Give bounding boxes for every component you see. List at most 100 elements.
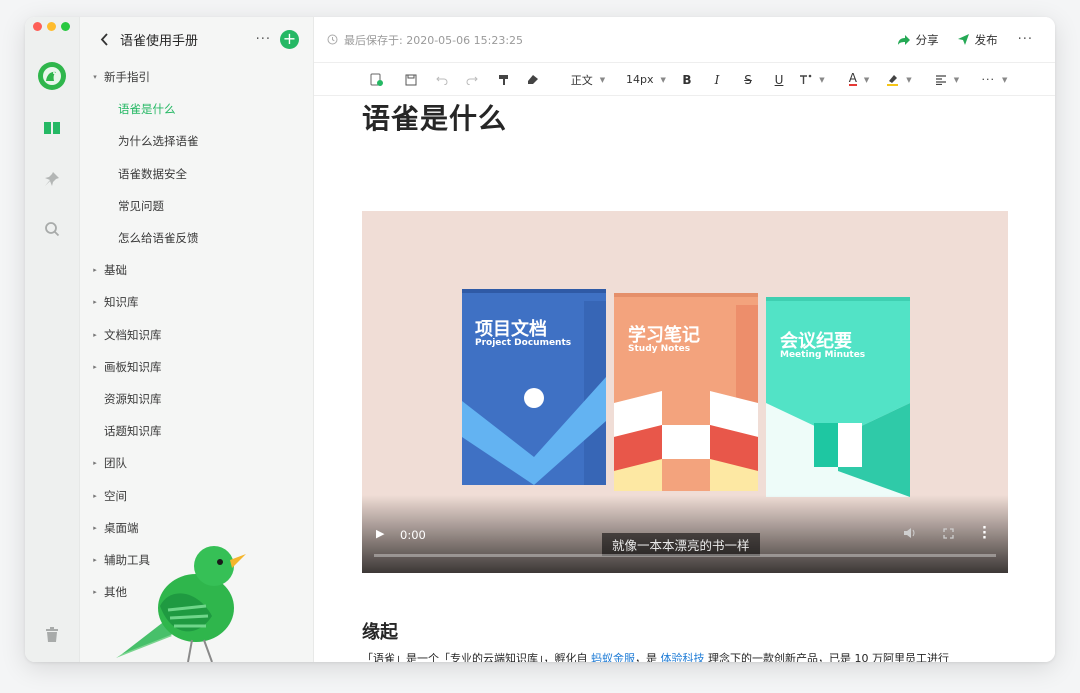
trash-icon[interactable]	[42, 625, 62, 645]
para-text-1: 「语雀」是一个「专业的云端知识库」，孵化自	[362, 652, 591, 662]
sidebar-item[interactable]: ▸ 文档知识库	[80, 319, 313, 351]
zoom-window-button[interactable]	[61, 22, 70, 31]
align-left-icon	[935, 74, 946, 85]
toc-tree: ▾ 新手指引 语雀是什么为什么选择语雀语雀数据安全常见问题怎么给语雀反馈 ▸ 基础 ▸ 知识…	[80, 61, 313, 608]
sidebar-item[interactable]: ▸ 桌面端	[80, 512, 313, 544]
para-text-3: 理念下的一款创新产品，已是 10 万阿里员工进行	[704, 652, 949, 662]
back-icon[interactable]	[100, 32, 114, 46]
clear-format-icon[interactable]	[525, 63, 541, 96]
clock-icon	[327, 34, 338, 45]
window-controls	[33, 22, 70, 31]
share-button[interactable]: 分享	[897, 32, 939, 48]
topbar-more-button[interactable]: ···	[1018, 32, 1033, 47]
book-title: 语雀使用手册	[120, 33, 199, 49]
sidebar-item[interactable]: 常见问题	[80, 190, 313, 222]
video-player[interactable]: 项目文档 Project Documents 学习笔记 Study Notes …	[362, 211, 1008, 573]
sidebar-item[interactable]: ▸ 画板知识库	[80, 351, 313, 383]
font-size-label: 14px	[626, 73, 654, 86]
insert-icon[interactable]	[368, 63, 384, 96]
caret-down-icon[interactable]: ▾	[90, 73, 100, 81]
sidebar-item-label: 画板知识库	[104, 359, 162, 374]
link-ant-financial[interactable]: 蚂蚁金服	[591, 652, 635, 662]
strikethrough-button[interactable]: S	[740, 63, 756, 96]
italic-button[interactable]: I	[709, 63, 725, 96]
pin-icon[interactable]	[42, 169, 62, 189]
sidebar-item-label: 团队	[104, 456, 127, 471]
sidebar-header: 语雀使用手册 ··· +	[80, 17, 313, 61]
sidebar-more-button[interactable]: ···	[256, 32, 271, 47]
highlight-select[interactable]: ▼	[883, 63, 915, 96]
sidebar-item[interactable]: ▾ 新手指引	[80, 61, 313, 93]
publish-button[interactable]: 发布	[957, 32, 998, 48]
toolbar-more-select[interactable]: ··· ▼	[980, 63, 1010, 96]
user-avatar[interactable]	[38, 62, 66, 90]
sidebar-item[interactable]: 语雀数据安全	[80, 158, 313, 190]
format-toolbar: 正文 ▼ 14px ▼ B I S U ▼ A ▼ ▼ ▼ ··· ▼	[314, 62, 1055, 96]
caret-right-icon[interactable]: ▸	[90, 266, 100, 274]
video-progress-bar[interactable]	[374, 554, 996, 557]
sidebar-item[interactable]: 为什么选择语雀	[80, 125, 313, 157]
sidebar-item-label: 文档知识库	[104, 327, 162, 342]
sidebar-item-label: 基础	[104, 263, 127, 278]
caret-right-icon[interactable]: ▸	[90, 588, 100, 596]
save-icon[interactable]	[403, 63, 419, 96]
sidebar-item-label: 常见问题	[118, 198, 164, 213]
saved-timestamp: 最后保存于: 2020-05-06 15:23:25	[344, 33, 524, 47]
caret-right-icon[interactable]: ▸	[90, 331, 100, 339]
minimize-window-button[interactable]	[47, 22, 56, 31]
editor-main: 最后保存于: 2020-05-06 15:23:25 分享 发布 ··· 正文 …	[314, 17, 1055, 662]
link-experience-tech[interactable]: 体验科技	[661, 652, 705, 662]
sidebar-item[interactable]: 怎么给语雀反馈	[80, 222, 313, 254]
bird-illustration	[116, 546, 246, 662]
underline-button[interactable]: U	[771, 63, 787, 96]
font-size-select[interactable]: 14px ▼	[625, 63, 667, 96]
sidebar-item[interactable]: ▸ 空间	[80, 479, 313, 511]
save-status: 最后保存于: 2020-05-06 15:23:25	[327, 32, 879, 48]
text-color-select[interactable]: A ▼	[844, 63, 874, 96]
superscript-select[interactable]: ▼	[798, 63, 826, 96]
volume-icon[interactable]	[903, 527, 916, 542]
fullscreen-icon[interactable]	[943, 528, 954, 542]
play-icon[interactable]: ▶	[376, 527, 384, 540]
app-window: 语雀使用手册 ··· + ▾ 新手指引 语雀是什么 为什么选择语雀 语雀数据安全 常见问题…	[25, 17, 1055, 662]
video-options-icon[interactable]: · · ·	[982, 522, 987, 545]
close-window-button[interactable]	[33, 22, 42, 31]
undo-icon[interactable]	[434, 63, 450, 96]
left-rail	[25, 17, 80, 662]
highlighter-icon	[887, 75, 899, 86]
editor-topbar: 最后保存于: 2020-05-06 15:23:25 分享 发布 ···	[314, 17, 1055, 62]
chevron-down-icon: ▼	[660, 75, 666, 84]
sidebar-item[interactable]: ▸ 团队	[80, 447, 313, 479]
align-select[interactable]: ▼	[931, 63, 963, 96]
intro-paragraph: 「语雀」是一个「专业的云端知识库」，孵化自 蚂蚁金服，是 体验科技 理念下的一款…	[362, 650, 1012, 662]
sidebar-item-label: 桌面端	[104, 520, 139, 535]
sidebar-item-label: 资源知识库	[104, 391, 162, 406]
superscript-icon	[800, 74, 812, 84]
paragraph-style-select[interactable]: 正文 ▼	[566, 63, 610, 96]
sidebar-item[interactable]: ▸ 基础	[80, 254, 313, 286]
publish-label: 发布	[974, 32, 998, 47]
sidebar-item-label: 话题知识库	[104, 424, 162, 439]
caret-right-icon[interactable]: ▸	[90, 298, 100, 306]
share-label: 分享	[915, 32, 939, 47]
sidebar-item[interactable]: 话题知识库	[80, 415, 313, 447]
caret-right-icon[interactable]: ▸	[90, 524, 100, 532]
chevron-down-icon: ▼	[599, 75, 606, 84]
sidebar-item[interactable]: 语雀是什么	[80, 93, 313, 125]
sidebar-item[interactable]: ▸ 知识库	[80, 286, 313, 318]
caret-right-icon[interactable]: ▸	[90, 459, 100, 467]
caret-right-icon[interactable]: ▸	[90, 363, 100, 371]
caret-right-icon[interactable]: ▸	[90, 556, 100, 564]
page-title[interactable]: 语雀是什么	[362, 97, 1008, 137]
book-subtitle-2: Study Notes	[628, 344, 691, 354]
redo-icon[interactable]	[464, 63, 480, 96]
bold-button[interactable]: B	[679, 63, 695, 96]
chevron-down-icon: ▼	[906, 75, 912, 84]
sidebar-item-label: 为什么选择语雀	[118, 134, 199, 149]
add-doc-button[interactable]: +	[280, 29, 299, 49]
caret-right-icon[interactable]: ▸	[90, 492, 100, 500]
library-icon[interactable]	[42, 118, 62, 138]
search-icon[interactable]	[42, 219, 62, 239]
format-painter-icon[interactable]	[495, 63, 511, 96]
sidebar-item[interactable]: 资源知识库	[80, 383, 313, 415]
